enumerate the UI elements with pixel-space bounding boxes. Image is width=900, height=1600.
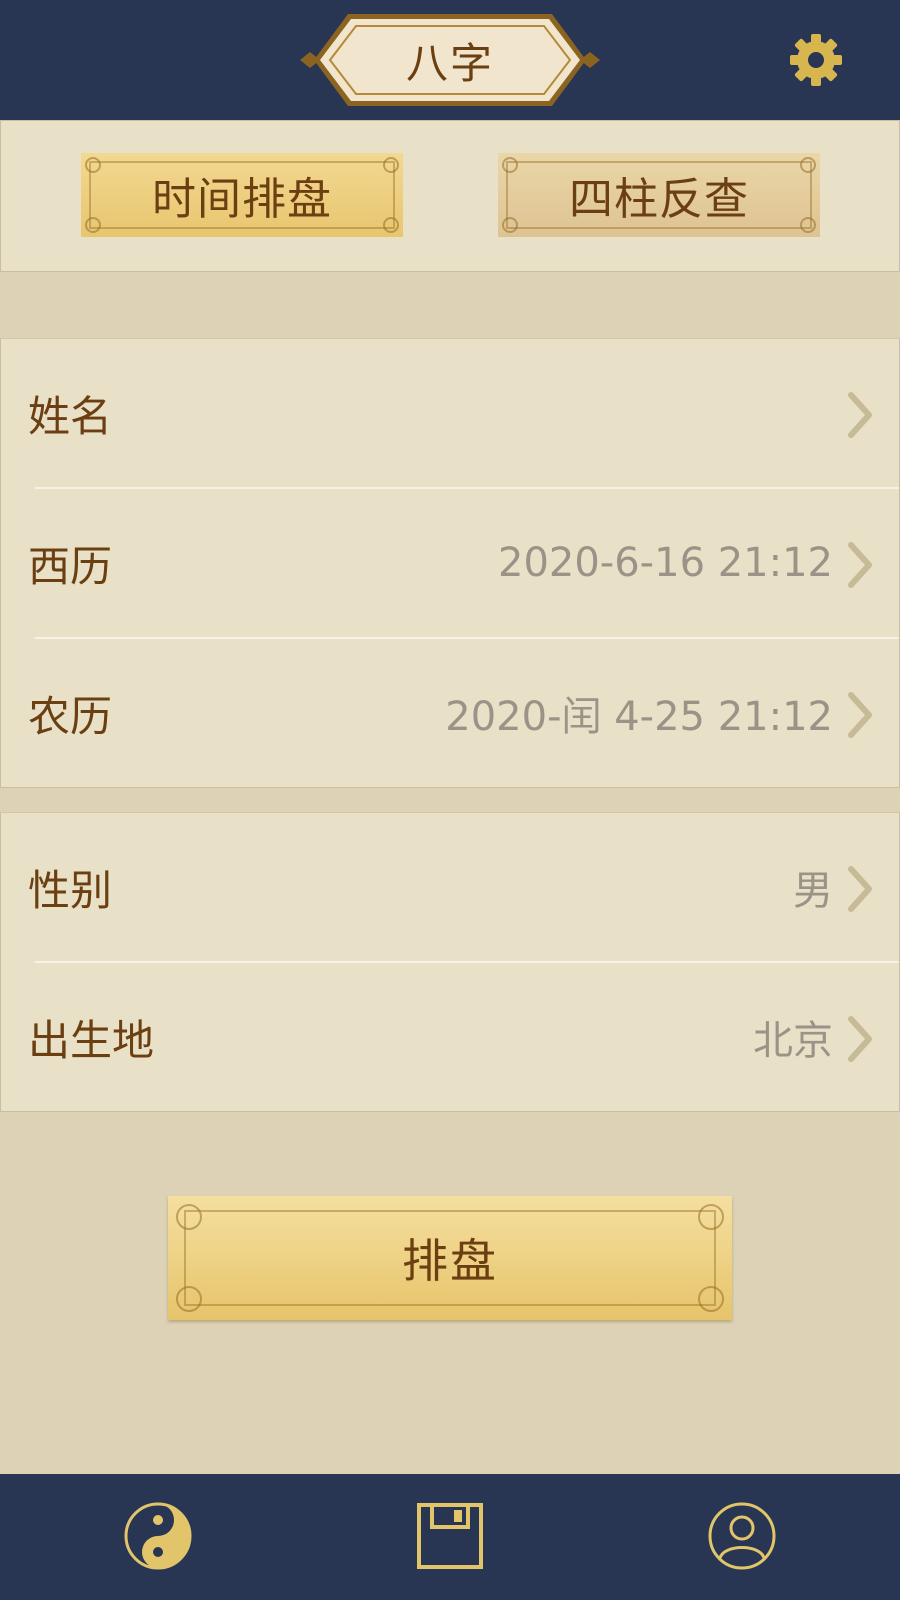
birthplace-label: 出生地 — [28, 1015, 155, 1065]
tab-label: 时间排盘 — [152, 174, 332, 225]
lunar-date-label: 农历 — [28, 691, 113, 741]
tab-bazi[interactable] — [122, 1500, 194, 1572]
mode-tabs-panel: 时间排盘 四柱反查 — [0, 120, 900, 272]
form-group-name-dates: 姓名 西历 2020-6-16 21:12 农历 2020-闰 4-25 21:… — [0, 338, 900, 788]
header-bar: 八字 — [0, 0, 900, 120]
bottom-tab-bar — [0, 1474, 900, 1600]
yin-yang-icon — [124, 1502, 192, 1570]
chevron-right-icon — [848, 1016, 872, 1062]
birthplace-value: 北京 — [753, 1018, 833, 1064]
tab-label: 四柱反查 — [569, 174, 749, 225]
settings-button[interactable] — [786, 30, 846, 90]
gender-label: 性别 — [28, 865, 113, 915]
solar-date-label: 西历 — [28, 541, 113, 591]
solar-date-row[interactable]: 西历 2020-6-16 21:12 — [1, 489, 899, 637]
gender-value: 男 — [793, 868, 833, 914]
profile-icon — [708, 1502, 776, 1570]
gear-icon — [790, 34, 842, 86]
chevron-right-icon — [848, 692, 872, 738]
title-plaque: 八字 — [296, 8, 604, 112]
tab-time-chart[interactable]: 时间排盘 — [81, 153, 403, 237]
chevron-right-icon — [848, 392, 872, 438]
solar-date-value: 2020-6-16 21:12 — [498, 540, 833, 586]
name-row[interactable]: 姓名 — [1, 339, 899, 487]
form-group-gender-birthplace: 性别 男 出生地 北京 — [0, 812, 900, 1112]
lunar-date-row[interactable]: 农历 2020-闰 4-25 21:12 — [1, 639, 899, 787]
tab-reverse-lookup[interactable]: 四柱反查 — [498, 153, 820, 237]
tab-saved[interactable] — [414, 1500, 486, 1572]
name-label: 姓名 — [28, 391, 113, 441]
gender-row[interactable]: 性别 男 — [1, 813, 899, 961]
arrange-chart-button[interactable]: 排盘 — [168, 1196, 732, 1320]
chevron-right-icon — [848, 542, 872, 588]
chevron-right-icon — [848, 866, 872, 912]
tab-profile[interactable] — [706, 1500, 778, 1572]
save-icon — [417, 1503, 483, 1569]
button-label: 排盘 — [402, 1234, 498, 1288]
lunar-date-value: 2020-闰 4-25 21:12 — [445, 694, 833, 740]
page-title: 八字 — [405, 38, 494, 88]
birthplace-row[interactable]: 出生地 北京 — [1, 963, 899, 1111]
